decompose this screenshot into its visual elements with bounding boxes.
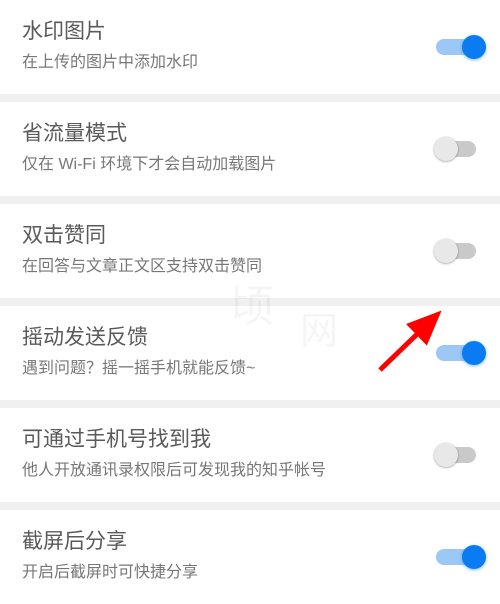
- setting-title: 截屏后分享: [22, 528, 408, 556]
- setting-text: 可通过手机号找到我 他人开放通讯录权限后可发现我的知乎帐号: [22, 426, 478, 482]
- switch-knob: [462, 35, 486, 59]
- switch-double-tap[interactable]: [436, 240, 482, 262]
- switch-shake-feedback[interactable]: [436, 342, 482, 364]
- setting-text: 截屏后分享 开启后截屏时可快捷分享: [22, 528, 478, 584]
- setting-title: 省流量模式: [22, 120, 408, 148]
- switch-data-saver[interactable]: [436, 138, 482, 160]
- setting-text: 水印图片 在上传的图片中添加水印: [22, 18, 478, 74]
- setting-shake-feedback[interactable]: 摇动发送反馈 遇到问题？摇一摇手机就能反馈~: [0, 306, 500, 408]
- setting-desc: 他人开放通讯录权限后可发现我的知乎帐号: [22, 460, 408, 482]
- setting-text: 双击赞同 在回答与文章正文区支持双击赞同: [22, 222, 478, 278]
- switch-knob: [462, 545, 486, 569]
- setting-text: 摇动发送反馈 遇到问题？摇一摇手机就能反馈~: [22, 324, 478, 380]
- setting-find-by-phone[interactable]: 可通过手机号找到我 他人开放通讯录权限后可发现我的知乎帐号: [0, 408, 500, 510]
- setting-desc: 在回答与文章正文区支持双击赞同: [22, 256, 408, 278]
- settings-list: 水印图片 在上传的图片中添加水印 省流量模式 仅在 Wi-Fi 环境下才会自动加…: [0, 0, 500, 604]
- setting-title: 摇动发送反馈: [22, 324, 408, 352]
- switch-knob: [434, 443, 458, 467]
- setting-watermark[interactable]: 水印图片 在上传的图片中添加水印: [0, 0, 500, 102]
- switch-knob: [434, 137, 458, 161]
- setting-share-screenshot[interactable]: 截屏后分享 开启后截屏时可快捷分享: [0, 510, 500, 604]
- switch-find-by-phone[interactable]: [436, 444, 482, 466]
- setting-desc: 开启后截屏时可快捷分享: [22, 562, 408, 584]
- setting-double-tap[interactable]: 双击赞同 在回答与文章正文区支持双击赞同: [0, 204, 500, 306]
- setting-desc: 在上传的图片中添加水印: [22, 52, 408, 74]
- setting-text: 省流量模式 仅在 Wi-Fi 环境下才会自动加载图片: [22, 120, 478, 176]
- setting-title: 可通过手机号找到我: [22, 426, 408, 454]
- setting-desc: 仅在 Wi-Fi 环境下才会自动加载图片: [22, 154, 408, 176]
- setting-desc: 遇到问题？摇一摇手机就能反馈~: [22, 358, 408, 380]
- switch-knob: [434, 239, 458, 263]
- switch-watermark[interactable]: [436, 36, 482, 58]
- setting-title: 水印图片: [22, 18, 408, 46]
- setting-title: 双击赞同: [22, 222, 408, 250]
- switch-knob: [462, 341, 486, 365]
- switch-share-screenshot[interactable]: [436, 546, 482, 568]
- setting-data-saver[interactable]: 省流量模式 仅在 Wi-Fi 环境下才会自动加载图片: [0, 102, 500, 204]
